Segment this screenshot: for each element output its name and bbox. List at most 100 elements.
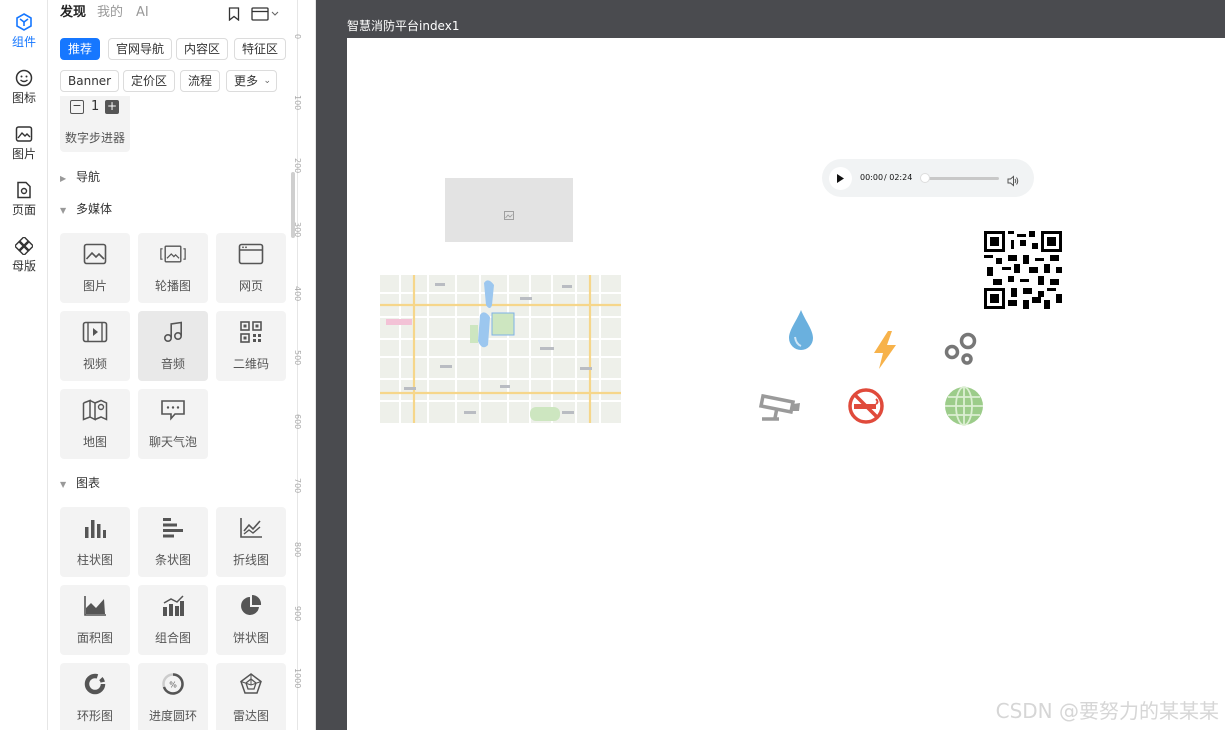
chip-feature[interactable]: 特征区 <box>234 38 287 60</box>
ruler-tick: 600 <box>293 414 302 430</box>
chevron-down-icon: ⌄ <box>263 76 272 86</box>
tile-label: 视频 <box>82 357 107 371</box>
tile-image[interactable]: 图片 <box>60 233 130 303</box>
tile-area-chart[interactable]: 面积图 <box>60 585 130 655</box>
ruler-tick: 700 <box>293 478 302 494</box>
bookmark-icon[interactable] <box>228 6 240 25</box>
image-icon <box>504 205 514 224</box>
tile-label: 进度圆环 <box>148 709 197 723</box>
ruler-tick: 300 <box>293 222 302 238</box>
chip-flow[interactable]: 流程 <box>180 70 221 92</box>
chip-banner[interactable]: Banner <box>60 70 120 92</box>
tile-label: 图片 <box>82 279 107 293</box>
tile-label: 饼状图 <box>232 631 269 645</box>
section-media[interactable]: ▼ 多媒体 <box>60 201 112 219</box>
line-chart-icon <box>238 515 264 541</box>
rail-label: 组件 <box>11 35 36 49</box>
lightning-icon[interactable] <box>868 329 902 371</box>
section-charts[interactable]: ▼ 图表 <box>60 475 100 493</box>
design-stage: 智慧消防平台index1 00:00 / 02:24 CSDN @要努力的某某某 <box>316 0 1225 730</box>
tile-audio[interactable]: 音频 <box>138 311 208 381</box>
svg-text:%: % <box>169 681 177 690</box>
ruler-tick: 1000 <box>293 668 302 689</box>
section-nav[interactable]: ▶ 导航 <box>60 169 100 187</box>
watermark-text: CSDN @要努力的某某某 <box>995 699 1219 723</box>
tile-label: 二维码 <box>232 357 269 371</box>
volume-icon[interactable] <box>1007 172 1019 191</box>
audio-seek-handle[interactable] <box>920 173 930 183</box>
rail-item-master[interactable]: 母版 <box>0 236 48 288</box>
water-drop-icon[interactable] <box>784 306 818 356</box>
section-label: 导航 <box>76 170 101 184</box>
master-icon <box>14 236 34 256</box>
tile-column-chart[interactable]: 柱状图 <box>60 507 130 577</box>
play-icon <box>837 174 844 183</box>
image-placeholder[interactable] <box>445 178 573 242</box>
tile-qrcode[interactable]: 二维码 <box>216 311 286 381</box>
ruler-tick: 100 <box>293 95 302 111</box>
audio-player[interactable]: 00:00 / 02:24 <box>822 159 1034 197</box>
caret-down-icon: ▼ <box>60 206 67 215</box>
stepper-tile[interactable]: − 1 + 数字步进器 <box>60 96 130 152</box>
tile-webpage[interactable]: 网页 <box>216 233 286 303</box>
tile-label: 音频 <box>160 357 185 371</box>
tile-carousel[interactable]: 轮播图 <box>138 233 208 303</box>
tile-combo-chart[interactable]: 组合图 <box>138 585 208 655</box>
ruler-tick: 400 <box>293 286 302 302</box>
surveillance-camera-icon[interactable] <box>757 386 803 426</box>
tile-map[interactable]: 地图 <box>60 389 130 459</box>
tile-label: 网页 <box>238 279 263 293</box>
smiley-icon <box>14 68 34 88</box>
minus-icon: − <box>70 100 84 114</box>
audio-progress-track[interactable] <box>925 177 999 180</box>
tab-discover[interactable]: 发现 <box>60 4 86 22</box>
tile-radar-chart[interactable]: 雷达图 <box>216 663 286 730</box>
tile-bar-chart[interactable]: 条状图 <box>138 507 208 577</box>
chip-site-nav[interactable]: 官网导航 <box>108 38 173 60</box>
rail-item-components[interactable]: 组件 <box>0 12 48 64</box>
rail-item-pages[interactable]: 页面 <box>0 180 48 232</box>
radar-chart-icon <box>238 671 264 697</box>
tile-line-chart[interactable]: 折线图 <box>216 507 286 577</box>
globe-icon[interactable] <box>942 384 986 428</box>
tile-label: 面积图 <box>76 631 113 645</box>
ruler-tick: 500 <box>293 350 302 366</box>
component-icon <box>14 12 34 32</box>
tile-pie-chart[interactable]: 饼状图 <box>216 585 286 655</box>
tile-chat-bubble[interactable]: 聊天气泡 <box>138 389 208 459</box>
design-canvas[interactable]: 00:00 / 02:24 <box>347 38 1225 730</box>
tile-label: 组合图 <box>154 631 191 645</box>
chip-more[interactable]: 更多 ⌄ <box>226 70 278 92</box>
chip-pricing[interactable]: 定价区 <box>123 70 176 92</box>
no-smoking-icon[interactable] <box>845 385 887 427</box>
tab-mine[interactable]: 我的 <box>97 4 123 22</box>
tile-label: 聊天气泡 <box>148 435 197 449</box>
page-icon <box>14 180 34 200</box>
tile-label: 条状图 <box>154 553 191 567</box>
vertical-ruler: 0 100 200 300 400 500 600 700 800 900 10… <box>293 0 316 730</box>
tile-video[interactable]: 视频 <box>60 311 130 381</box>
tab-ai[interactable]: AI <box>136 4 149 22</box>
stepper-value: 1 <box>91 99 100 114</box>
qrcode-icon <box>238 319 264 345</box>
chip-content[interactable]: 内容区 <box>176 38 229 60</box>
bubbles-icon[interactable] <box>940 327 984 371</box>
rail-label: 图标 <box>11 91 36 105</box>
layout-toggle-icon[interactable] <box>251 6 279 25</box>
play-button[interactable] <box>829 167 852 190</box>
tile-donut-chart[interactable]: 环形图 <box>60 663 130 730</box>
qrcode-image[interactable] <box>984 231 1062 309</box>
image-icon <box>14 124 34 144</box>
component-panel: 发现 我的 AI 推荐 官网导航 内容区 特征区 Banner 定价区 流程 更… <box>48 0 298 730</box>
video-icon <box>82 319 108 345</box>
rail-label: 母版 <box>11 259 36 273</box>
chip-recommended[interactable]: 推荐 <box>60 38 101 60</box>
browser-icon <box>238 241 264 267</box>
map-widget[interactable] <box>380 275 621 423</box>
left-icon-rail: 组件 图标 图片 页面 母版 <box>0 0 48 730</box>
rail-item-icons[interactable]: 图标 <box>0 68 48 120</box>
editor-app: 组件 图标 图片 页面 母版 发现 我的 AI 推荐 官网导航 内容区 特征区 … <box>0 0 1225 730</box>
rail-item-images[interactable]: 图片 <box>0 124 48 176</box>
tile-progress-ring[interactable]: % 进度圆环 <box>138 663 208 730</box>
audio-total-time: / 02:24 <box>884 173 913 182</box>
